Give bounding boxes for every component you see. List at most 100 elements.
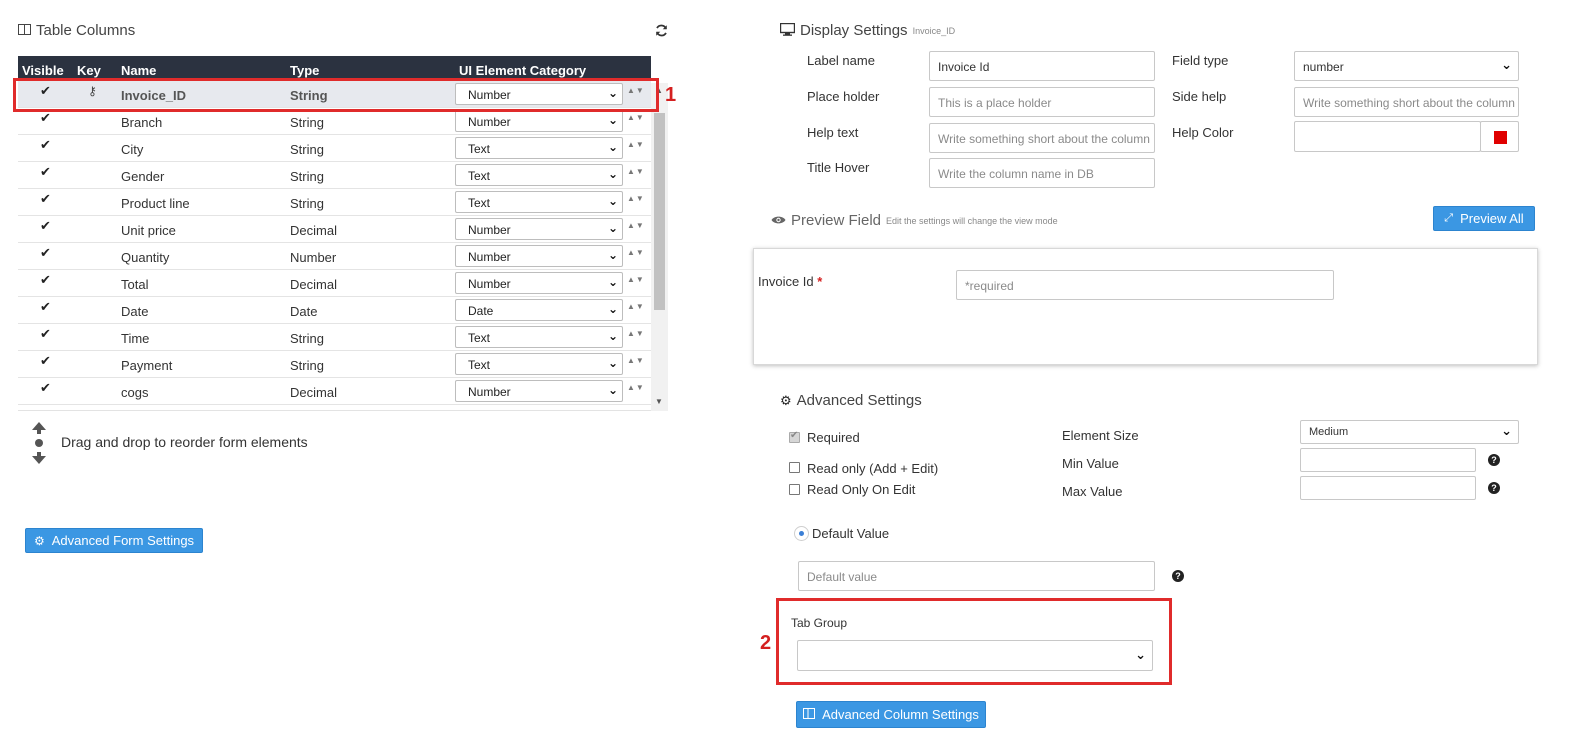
help-text-label: Help text xyxy=(807,125,859,140)
table-row[interactable]: ✔ Unit price Decimal Number ⌄ ▲▼ xyxy=(18,216,651,243)
title-hover-input[interactable]: Write the column name in DB xyxy=(929,158,1155,188)
refresh-icon[interactable] xyxy=(655,24,668,39)
max-value-input[interactable] xyxy=(1300,476,1476,500)
column-type: Number xyxy=(290,250,337,265)
visible-check-icon[interactable]: ✔ xyxy=(40,272,51,288)
scroll-down-arrow[interactable]: ▼ xyxy=(655,397,663,406)
annotation-number-2: 2 xyxy=(760,632,772,654)
tab-group-label: Tab Group xyxy=(791,616,848,630)
help-text-input[interactable]: Write something short about the column xyxy=(929,123,1155,153)
sort-arrows-icon[interactable]: ▲▼ xyxy=(627,356,645,365)
default-value-input[interactable]: Default value xyxy=(798,561,1155,591)
min-value-input[interactable] xyxy=(1300,448,1476,472)
drag-reorder-icon xyxy=(30,421,48,468)
chevron-down-icon: ⌄ xyxy=(607,275,618,289)
table-row[interactable]: ✔ Branch String Number ⌄ ▲▼ xyxy=(18,108,651,135)
visible-check-icon[interactable]: ✔ xyxy=(40,110,51,126)
ui-category-select[interactable]: Number ⌄ xyxy=(455,110,623,132)
column-type: String xyxy=(290,169,324,184)
tab-group-select[interactable]: ⌄ xyxy=(797,640,1153,671)
column-type: String xyxy=(290,196,324,211)
chevron-down-icon: ⌄ xyxy=(1501,57,1512,72)
sort-arrows-icon[interactable]: ▲▼ xyxy=(627,302,645,311)
read-only-checkbox[interactable] xyxy=(789,462,800,473)
help-color-label: Help Color xyxy=(1172,125,1234,140)
column-name: Date xyxy=(121,304,149,319)
read-only-on-edit-checkbox[interactable] xyxy=(789,484,800,495)
table-row[interactable]: ✔ Total Decimal Number ⌄ ▲▼ xyxy=(18,270,651,297)
sort-arrows-icon[interactable]: ▲▼ xyxy=(627,275,645,284)
sort-arrows-icon[interactable]: ▲▼ xyxy=(627,113,645,122)
sort-arrows-icon[interactable]: ▲▼ xyxy=(627,221,645,230)
sort-arrows-icon[interactable]: ▲▼ xyxy=(627,167,645,176)
column-name: Gender xyxy=(121,169,165,184)
ui-category-select[interactable]: Text ⌄ xyxy=(455,164,623,186)
preview-all-button[interactable]: ⤢ Preview All xyxy=(1433,206,1535,231)
label-name-label: Label name xyxy=(807,53,875,68)
visible-check-icon[interactable]: ✔ xyxy=(40,299,51,315)
advanced-settings-title: ⚙ Advanced Settings xyxy=(780,392,922,409)
chevron-down-icon: ⌄ xyxy=(607,383,618,397)
visible-check-icon[interactable]: ✔ xyxy=(40,137,51,153)
chevron-down-icon: ⌄ xyxy=(607,140,618,154)
table-row[interactable]: ✔ Quantity Number Number ⌄ ▲▼ xyxy=(18,243,651,270)
side-help-input[interactable]: Write something short about the column xyxy=(1294,87,1519,117)
column-type: Decimal xyxy=(290,385,337,400)
table-row[interactable]: ✔ Gender String Text ⌄ ▲▼ xyxy=(18,162,651,189)
placeholder-label: Place holder xyxy=(807,89,880,104)
annotation-number-1: 1 xyxy=(665,84,677,106)
ui-category-select[interactable]: Text ⌄ xyxy=(455,353,623,375)
table-row[interactable]: ✔ City String Text ⌄ ▲▼ xyxy=(18,135,651,162)
ui-category-select[interactable]: Number ⌄ xyxy=(455,380,623,402)
chevron-down-icon: ⌄ xyxy=(607,302,618,316)
read-only-on-edit-label: Read Only On Edit xyxy=(807,482,916,497)
field-type-select[interactable]: number ⌄ xyxy=(1294,51,1519,81)
help-icon[interactable]: ? xyxy=(1488,454,1500,466)
sort-arrows-icon[interactable]: ▲▼ xyxy=(627,329,645,338)
column-name: Time xyxy=(121,331,150,346)
visible-check-icon[interactable]: ✔ xyxy=(40,326,51,342)
visible-check-icon[interactable]: ✔ xyxy=(40,218,51,234)
advanced-column-settings-button[interactable]: Advanced Column Settings xyxy=(796,701,986,728)
label-name-input[interactable]: Invoice Id xyxy=(929,51,1155,81)
default-value-radio[interactable] xyxy=(794,526,809,541)
ui-category-select[interactable]: Number ⌄ xyxy=(455,218,623,240)
table-row[interactable]: ✔ Product line String Text ⌄ ▲▼ xyxy=(18,189,651,216)
preview-field-title: Preview Field Edit the settings will cha… xyxy=(771,212,1058,229)
help-color-picker[interactable] xyxy=(1480,121,1519,152)
field-type-label: Field type xyxy=(1172,53,1229,68)
table-row[interactable]: ✔ Time String Text ⌄ ▲▼ xyxy=(18,324,651,351)
ui-category-select[interactable]: Date ⌄ xyxy=(455,299,623,321)
table-row[interactable]: ✔ Date Date Date ⌄ ▲▼ xyxy=(18,297,651,324)
table-row[interactable]: ✔ Payment String Text ⌄ ▲▼ xyxy=(18,351,651,378)
column-name: Unit price xyxy=(121,223,176,238)
sort-arrows-icon[interactable]: ▲▼ xyxy=(627,383,645,392)
header-key: Key xyxy=(77,63,101,78)
advanced-form-settings-button[interactable]: ⚙ Advanced Form Settings xyxy=(25,528,203,553)
table-row[interactable]: ✔ cogs Decimal Number ⌄ ▲▼ xyxy=(18,378,651,405)
visible-check-icon[interactable]: ✔ xyxy=(40,164,51,180)
ui-category-select[interactable]: Number ⌄ xyxy=(455,245,623,267)
chevron-down-icon: ⌄ xyxy=(607,167,618,181)
visible-check-icon[interactable]: ✔ xyxy=(40,191,51,207)
preview-field-input[interactable]: *required xyxy=(956,270,1334,300)
required-checkbox[interactable] xyxy=(789,430,800,443)
ui-category-select[interactable]: Text ⌄ xyxy=(455,326,623,348)
help-color-input[interactable] xyxy=(1294,121,1481,152)
visible-check-icon[interactable]: ✔ xyxy=(40,245,51,261)
ui-category-select[interactable]: Text ⌄ xyxy=(455,137,623,159)
drag-hint-text: Drag and drop to reorder form elements xyxy=(61,434,308,450)
help-icon[interactable]: ? xyxy=(1488,482,1500,494)
sort-arrows-icon[interactable]: ▲▼ xyxy=(627,248,645,257)
sort-arrows-icon[interactable]: ▲▼ xyxy=(627,194,645,203)
ui-category-select[interactable]: Number ⌄ xyxy=(455,272,623,294)
table-scrollbar-thumb[interactable] xyxy=(654,113,665,310)
sort-arrows-icon[interactable]: ▲▼ xyxy=(627,140,645,149)
visible-check-icon[interactable]: ✔ xyxy=(40,380,51,396)
element-size-select[interactable]: Medium ⌄ xyxy=(1300,420,1519,444)
placeholder-input[interactable]: This is a place holder xyxy=(929,87,1155,117)
visible-check-icon[interactable]: ✔ xyxy=(40,353,51,369)
help-icon[interactable]: ? xyxy=(1172,570,1184,582)
ui-category-select[interactable]: Text ⌄ xyxy=(455,191,623,213)
min-value-label: Min Value xyxy=(1062,456,1119,471)
